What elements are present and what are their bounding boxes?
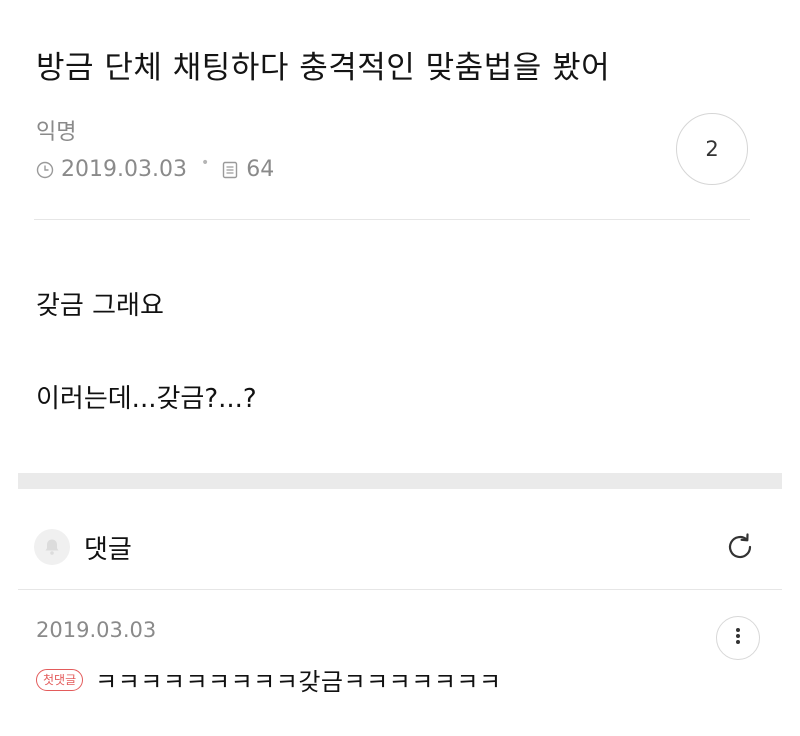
comment-count-button[interactable]: 2 bbox=[676, 113, 748, 185]
clock-icon bbox=[36, 160, 54, 179]
post-meta: 2019.03.03 • 64 bbox=[36, 154, 274, 184]
section-separator-band bbox=[18, 473, 782, 489]
meta-separator: • bbox=[200, 155, 210, 171]
comment-item: 첫댓글 ㅋㅋㅋㅋㅋㅋㅋㅋㅋ갖금ㅋㅋㅋㅋㅋㅋㅋ bbox=[36, 662, 502, 697]
more-options-button[interactable] bbox=[716, 616, 760, 660]
divider bbox=[34, 219, 750, 220]
bell-icon bbox=[34, 529, 70, 565]
refresh-icon[interactable] bbox=[720, 527, 760, 567]
comment-count: 2 bbox=[705, 137, 719, 161]
divider bbox=[18, 589, 782, 590]
comment-date: 2019.03.03 bbox=[36, 618, 157, 642]
first-comment-badge: 첫댓글 bbox=[36, 668, 84, 691]
comments-header: 댓글 bbox=[34, 520, 764, 574]
more-vertical-icon bbox=[735, 626, 741, 650]
post-body-line-2: 이러는데...갖금?...? bbox=[36, 384, 257, 414]
post-body-line-1: 갖금 그래요 bbox=[36, 291, 164, 321]
post-author: 익명 bbox=[36, 120, 77, 145]
post-date: 2019.03.03 bbox=[61, 156, 187, 182]
post-title: 방금 단체 채팅하다 충격적인 맞춤법을 봤어 bbox=[36, 50, 611, 86]
post-views: 64 bbox=[246, 156, 275, 182]
comment-text: ㅋㅋㅋㅋㅋㅋㅋㅋㅋ갖금ㅋㅋㅋㅋㅋㅋㅋ bbox=[95, 668, 502, 696]
document-icon bbox=[221, 160, 239, 179]
comments-label: 댓글 bbox=[84, 534, 132, 565]
